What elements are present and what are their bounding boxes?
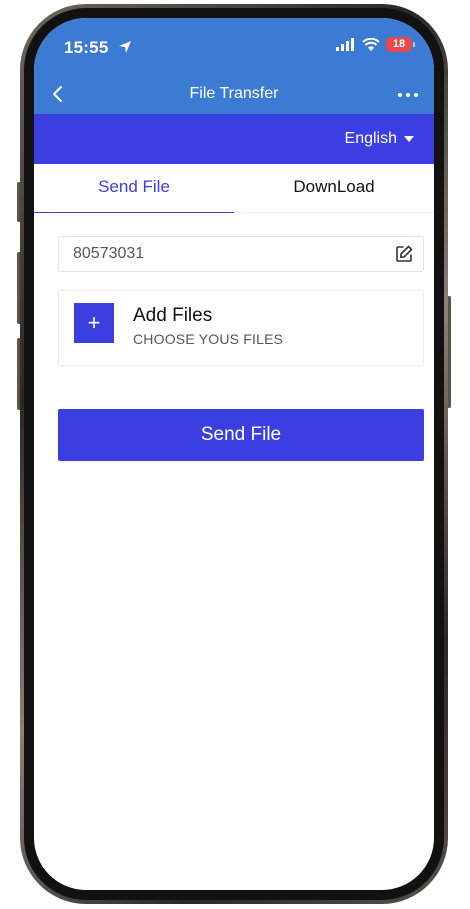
add-files-title: Add Files: [133, 305, 213, 326]
tab-download[interactable]: DownLoad: [234, 164, 434, 212]
status-time: 15:55: [64, 38, 109, 57]
page-title: File Transfer: [189, 85, 279, 102]
phone-bezel: 15:55 18 File Transfer English Send File…: [24, 8, 444, 900]
cellular-signal-icon: [336, 38, 354, 51]
transfer-id-field[interactable]: 80573031: [58, 236, 424, 272]
caret-down-icon: [404, 136, 414, 142]
app-header: 15:55 18 File Transfer: [34, 18, 434, 114]
screenshot-stage: 15:55 18 File Transfer English Send File…: [0, 0, 470, 909]
send-file-button[interactable]: Send File: [58, 409, 424, 461]
transfer-id-value: 80573031: [73, 245, 145, 262]
add-files-card[interactable]: + Add Files CHOOSE YOUS FILES: [58, 290, 424, 366]
edit-icon[interactable]: [395, 245, 413, 263]
add-files-subtitle: CHOOSE YOUS FILES: [133, 331, 284, 347]
status-bar: 15:55 18: [34, 18, 434, 68]
phone-screen: 15:55 18 File Transfer English Send File…: [34, 18, 434, 890]
add-file-plus-icon[interactable]: +: [74, 303, 114, 343]
location-arrow-icon: [119, 41, 131, 53]
more-dot: [406, 93, 410, 97]
tab-send-file[interactable]: Send File: [34, 164, 234, 213]
language-dropdown[interactable]: English: [345, 130, 414, 148]
more-dot: [414, 93, 418, 97]
battery-icon: 18: [386, 37, 415, 52]
nav-bar: File Transfer: [34, 76, 434, 114]
more-dot: [398, 93, 402, 97]
wifi-icon: [362, 38, 380, 51]
tab-bar: Send File DownLoad: [34, 164, 434, 213]
status-icons: 18: [336, 37, 415, 52]
more-options-icon[interactable]: [398, 93, 418, 97]
phone-frame: 15:55 18 File Transfer English Send File…: [20, 4, 448, 904]
language-label: English: [344, 130, 397, 147]
language-bar: English: [34, 114, 434, 164]
